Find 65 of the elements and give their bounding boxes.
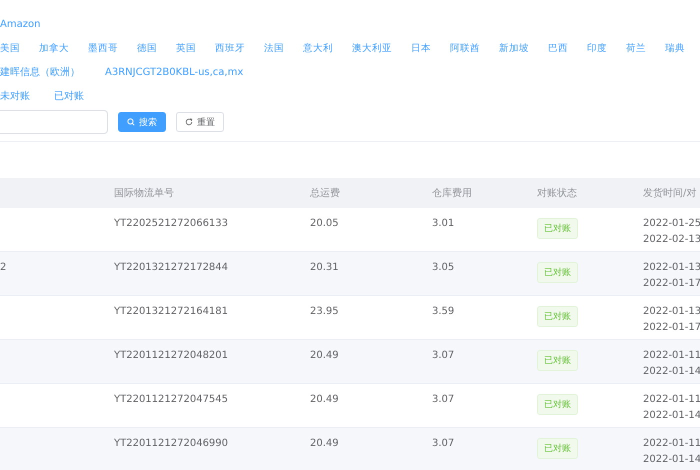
status-tag: 已对账 <box>537 394 578 415</box>
status-filter-link[interactable]: 未对账 <box>0 89 30 103</box>
reset-button[interactable]: 重置 <box>176 112 224 132</box>
date-text: 2022-02-13 <box>643 233 700 247</box>
table-cell-text: 2 <box>0 261 8 275</box>
date-text: 2022-01-17 <box>643 277 700 291</box>
date-text: 2022-01-11 <box>643 393 700 407</box>
country-link[interactable]: 瑞典 <box>665 42 685 54</box>
search-field[interactable] <box>0 110 108 134</box>
table-cell-text: YT2201321272172844 <box>114 261 230 275</box>
country-link[interactable]: 加拿大 <box>39 42 69 54</box>
country-link[interactable]: 墨西哥 <box>88 42 118 54</box>
table-cell-text: 20.05 <box>310 217 340 231</box>
table-cell-text: 23.95 <box>310 305 340 319</box>
date-text: 2022-01-17 <box>643 321 700 335</box>
table-cell-text: YT2201121272048201 <box>114 349 230 363</box>
country-link[interactable]: 印度 <box>587 42 607 54</box>
country-link[interactable]: 日本 <box>411 42 431 54</box>
country-link[interactable]: 阿联酋 <box>450 42 480 54</box>
search-icon <box>127 118 135 126</box>
country-link[interactable]: 巴西 <box>548 42 568 54</box>
status-tag: 已对账 <box>537 306 578 327</box>
status-tag: 已对账 <box>537 350 578 371</box>
country-link[interactable]: 荷兰 <box>626 42 646 54</box>
column-header: 国际物流单号 <box>114 186 175 200</box>
table-cell-text: 3.59 <box>432 305 456 319</box>
country-link[interactable]: 德国 <box>137 42 157 54</box>
table-cell-text: YT2201121272046990 <box>114 437 230 451</box>
table-cell-text: 3.07 <box>432 349 456 363</box>
status-tag: 已对账 <box>537 218 578 239</box>
table-cell-text: 3.05 <box>432 261 456 275</box>
table-cell-text: 20.31 <box>310 261 340 275</box>
country-link[interactable]: 新加坡 <box>499 42 529 54</box>
date-text: 2022-01-13 <box>643 261 700 275</box>
store-link[interactable]: 建晖信息（欧洲） <box>0 65 80 79</box>
country-link[interactable]: 西班牙 <box>215 42 245 54</box>
column-header: 总运费 <box>310 186 341 200</box>
column-header: 对账状态 <box>537 186 578 200</box>
table-cell-text: YT2201321272164181 <box>114 305 230 319</box>
table-cell-text: 20.49 <box>310 349 340 363</box>
table-cell-text: 20.49 <box>310 393 340 407</box>
table-cell-text: 3.07 <box>432 393 456 407</box>
status-tag: 已对账 <box>537 262 578 283</box>
date-text: 2022-01-11 <box>643 437 700 451</box>
column-header: 发货时间/对 <box>643 186 698 200</box>
table-cell-text: 20.49 <box>310 437 340 451</box>
country-link[interactable]: 美国 <box>0 42 20 54</box>
status-filter-link[interactable]: 已对账 <box>54 89 84 103</box>
date-text: 2022-01-11 <box>643 349 700 363</box>
store-link[interactable]: A3RNJCGT2B0KBL-us,ca,mx <box>105 66 244 78</box>
country-link[interactable]: 意大利 <box>303 42 333 54</box>
country-link[interactable]: 法国 <box>264 42 284 54</box>
table-cell-text: YT2201121272047545 <box>114 393 230 407</box>
date-text: 2022-01-13 <box>643 305 700 319</box>
platform-link[interactable]: Amazon <box>0 18 40 30</box>
search-button[interactable]: 搜索 <box>118 112 166 132</box>
country-link[interactable]: 澳大利亚 <box>352 42 392 54</box>
country-link[interactable]: 英国 <box>176 42 196 54</box>
column-header: 仓库费用 <box>432 186 473 200</box>
table-cell-text: 3.07 <box>432 437 456 451</box>
date-text: 2022-01-25 <box>643 217 700 231</box>
status-tag: 已对账 <box>537 438 578 459</box>
refresh-icon <box>185 118 193 126</box>
table-cell-text: YT2202521272066133 <box>114 217 230 231</box>
table-cell-text: 3.01 <box>432 217 456 231</box>
